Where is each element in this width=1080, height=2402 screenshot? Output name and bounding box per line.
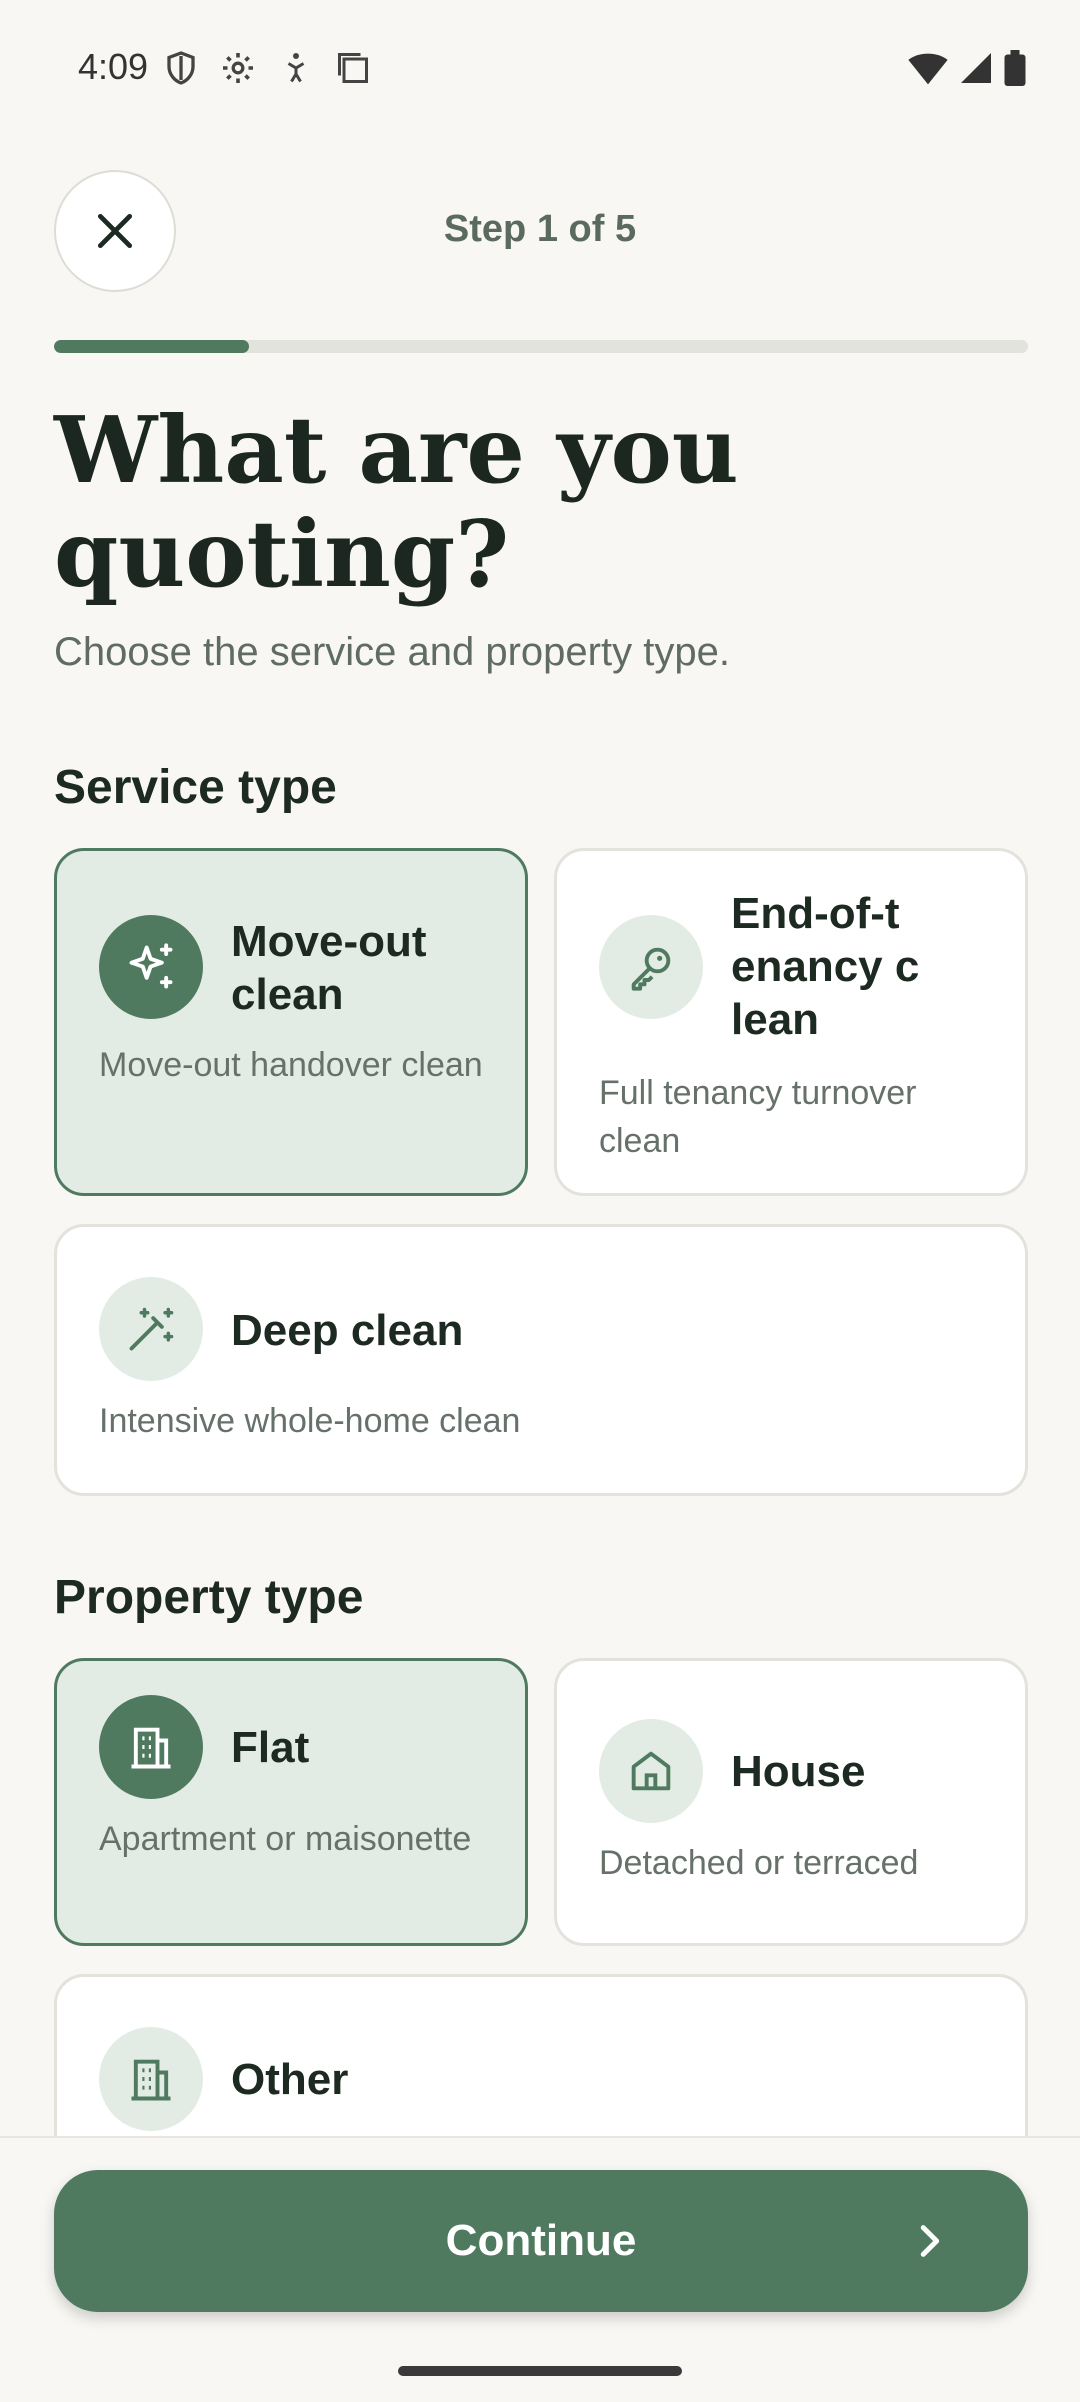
house-icon xyxy=(599,1719,703,1823)
option-description: Intensive whole-home clean xyxy=(99,1402,521,1440)
option-title: End-of-tenancy clean xyxy=(731,889,920,1044)
step-indicator: Step 1 of 5 xyxy=(443,208,637,250)
key-icon xyxy=(599,915,703,1019)
accessibility-icon xyxy=(287,53,305,83)
chevron-right-icon xyxy=(920,2225,940,2257)
status-time: 4:09 xyxy=(78,46,149,87)
service-option-move-out-clean[interactable]: Move-out clean Move-out handover clean xyxy=(54,848,528,1196)
option-title: House xyxy=(731,1747,866,1796)
status-bar: 4:09 xyxy=(0,0,1080,136)
property-option-house[interactable]: House Detached or terraced xyxy=(554,1658,1028,1946)
property-type-label: Property type xyxy=(54,1571,364,1624)
service-option-deep-clean[interactable]: Deep clean Intensive whole-home clean xyxy=(54,1224,1028,1496)
page-title: What are you quoting? xyxy=(54,396,739,608)
shield-icon xyxy=(167,51,195,85)
continue-label: Continue xyxy=(445,2216,637,2265)
sparkle-icon xyxy=(99,915,203,1019)
building-icon xyxy=(99,2027,203,2131)
progress-bar xyxy=(54,340,1028,353)
magic-wand-icon xyxy=(99,1277,203,1381)
settings-icon xyxy=(223,53,253,83)
option-title: Deep clean xyxy=(231,1306,464,1355)
option-title: Other xyxy=(231,2055,349,2104)
battery-icon xyxy=(1004,50,1026,86)
service-type-label: Service type xyxy=(54,761,337,814)
service-option-end-of-tenancy-clean[interactable]: End-of-tenancy clean Full tenancy turnov… xyxy=(554,848,1028,1196)
page-subtitle: Choose the service and property type. xyxy=(54,630,730,674)
cellular-signal-icon xyxy=(961,53,991,83)
progress-fill xyxy=(54,340,249,353)
building-icon xyxy=(99,1695,203,1799)
property-option-flat[interactable]: Flat Apartment or maisonette xyxy=(54,1658,528,1946)
option-title: Move-out clean xyxy=(231,917,427,1019)
option-description: Detached or terraced xyxy=(599,1844,919,1882)
option-description: Full tenancy turnover clean xyxy=(599,1074,917,1160)
option-title: Flat xyxy=(231,1723,310,1772)
option-description: Apartment or maisonette xyxy=(99,1820,472,1858)
home-indicator[interactable] xyxy=(398,2366,682,2376)
continue-button[interactable]: Continue xyxy=(54,2170,1028,2312)
screenshot-icon xyxy=(338,53,368,83)
option-description: Move-out handover clean xyxy=(99,1046,483,1084)
wifi-icon xyxy=(908,53,948,85)
